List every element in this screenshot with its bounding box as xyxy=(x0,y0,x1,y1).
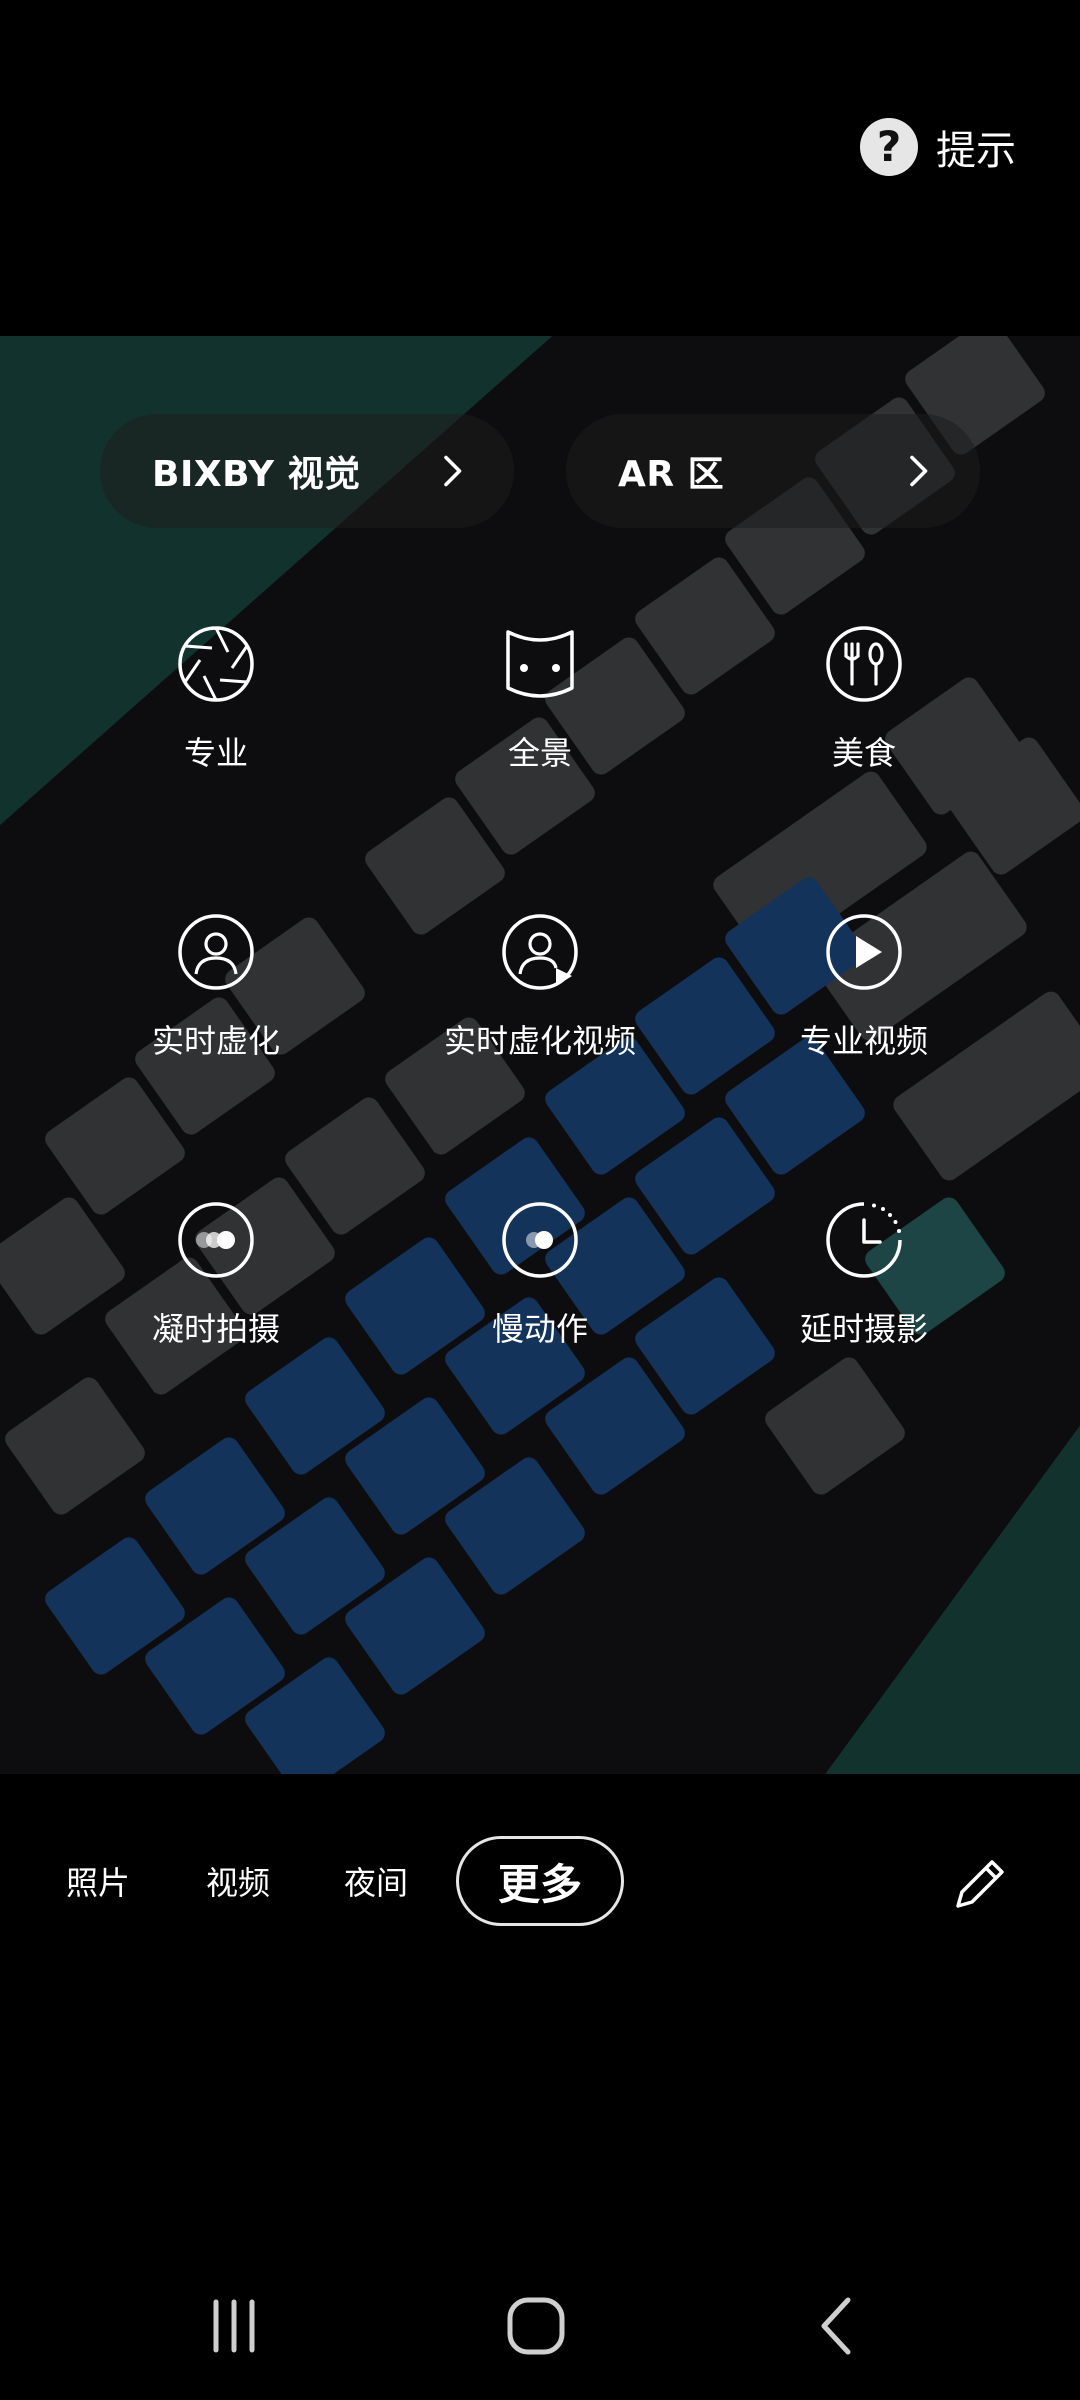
mode-pro-video[interactable]: 专业视频 xyxy=(724,912,1004,1062)
slow-motion-icon xyxy=(502,1202,578,1278)
mode-live-focus-video[interactable]: 实时虚化视频 xyxy=(400,912,680,1062)
aperture-icon xyxy=(178,626,254,702)
mode-label: 实时虚化视频 xyxy=(443,1022,636,1060)
hyperlapse-icon xyxy=(178,1202,254,1278)
mode-label: 全景 xyxy=(507,734,572,772)
food-icon xyxy=(826,626,902,702)
mode-label: 专业视频 xyxy=(799,1022,928,1060)
mode-panorama[interactable]: 全景 xyxy=(400,624,680,774)
recents-icon[interactable] xyxy=(194,2286,274,2366)
tab-more[interactable]: 更多 xyxy=(456,1836,624,1926)
mode-timelapse[interactable]: 延时摄影 xyxy=(724,1200,1004,1350)
portrait-icon xyxy=(178,914,254,990)
mode-label: 延时摄影 xyxy=(799,1310,928,1348)
tab-photo[interactable]: 照片 xyxy=(58,1836,138,1926)
mode-label: 美食 xyxy=(831,734,896,772)
timelapse-icon xyxy=(826,1202,902,1278)
pencil-icon[interactable] xyxy=(948,1852,1012,1916)
tab-night[interactable]: 夜间 xyxy=(336,1836,416,1926)
navigation-bar xyxy=(0,2286,1080,2366)
mode-label: 专业 xyxy=(183,734,248,772)
back-icon[interactable] xyxy=(798,2286,878,2366)
mode-label: 实时虚化 xyxy=(151,1022,280,1060)
question-circle-icon: ? xyxy=(860,118,918,176)
mode-live-focus[interactable]: 实时虚化 xyxy=(76,912,356,1062)
tab-video[interactable]: 视频 xyxy=(198,1836,278,1926)
mode-label: 慢动作 xyxy=(491,1310,588,1348)
camera-mode-grid: 专业 全景 美食 实时虚化 实时虚化视频 专业视频 凝时拍摄 慢动作 延时摄影 xyxy=(0,336,1080,1774)
mode-selector: 照片 视频 夜间 更多 xyxy=(0,1836,1080,1926)
mode-pro[interactable]: 专业 xyxy=(76,624,356,774)
panorama-icon xyxy=(506,630,574,698)
home-icon[interactable] xyxy=(496,2286,576,2366)
mode-hyperlapse[interactable]: 凝时拍摄 xyxy=(76,1200,356,1350)
mode-label: 凝时拍摄 xyxy=(151,1310,280,1348)
mode-slow-motion[interactable]: 慢动作 xyxy=(400,1200,680,1350)
hint-button[interactable]: ? 提示 xyxy=(860,118,1016,176)
hint-label: 提示 xyxy=(936,128,1016,174)
camera-preview: BIXBY 视觉 AR 区 专业 全景 美食 实时虚化 实时虚化视频 专业视频 … xyxy=(0,336,1080,1774)
portrait-video-icon xyxy=(502,914,578,990)
mode-food[interactable]: 美食 xyxy=(724,624,1004,774)
pro-video-icon xyxy=(826,914,902,990)
